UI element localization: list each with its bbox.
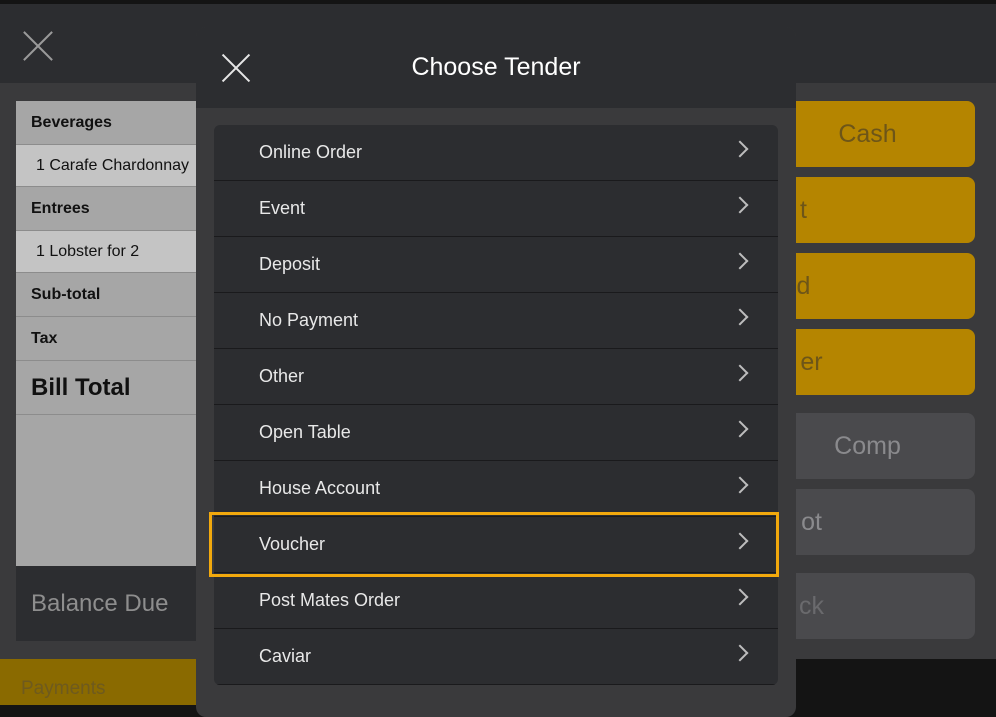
cash-button-label: Cash <box>838 119 897 148</box>
comp-button-label: Comp <box>834 431 901 460</box>
modal-title: Choose Tender <box>411 53 581 81</box>
chevron-right-icon <box>731 140 749 158</box>
tender-option-event[interactable]: Event <box>214 181 778 237</box>
tender-button-label: er <box>800 347 823 376</box>
chevron-right-icon <box>731 644 749 662</box>
tender-button-label: t <box>800 195 807 224</box>
chevron-right-icon <box>731 588 749 606</box>
tender-button-label: d <box>796 271 811 300</box>
bill-tax-label: Tax <box>16 317 216 361</box>
close-icon[interactable] <box>222 54 250 82</box>
tender-option-label: Caviar <box>259 646 312 666</box>
chevron-right-icon <box>731 476 749 494</box>
tender-option-label: Open Table <box>259 422 351 442</box>
bill-subtotal-label: Sub-total <box>16 273 216 317</box>
bill-category-entrees: Entrees <box>16 187 216 231</box>
tender-list: Online Order Event Deposit No Payment Ot… <box>214 125 778 685</box>
voucher-highlight <box>209 512 779 577</box>
balance-due: Balance Due <box>16 566 216 641</box>
bill-total-label: Bill Total <box>16 361 216 415</box>
bill-category-beverages: Beverages <box>16 101 216 145</box>
bill-panel: Beverages 1 Carafe Chardonnay Entrees 1 … <box>16 101 216 641</box>
tender-option-deposit[interactable]: Deposit <box>214 237 778 293</box>
tender-option-label: House Account <box>259 478 381 498</box>
chevron-right-icon <box>731 196 749 214</box>
tender-option-label: Post Mates Order <box>259 590 401 610</box>
tender-option-label: No Payment <box>259 310 359 330</box>
tender-option-house-account[interactable]: House Account <box>214 461 778 517</box>
close-icon[interactable] <box>22 30 54 62</box>
chevron-right-icon <box>731 364 749 382</box>
tender-option-label: Deposit <box>259 254 321 274</box>
tender-option-label: Other <box>259 366 305 386</box>
chevron-right-icon <box>731 308 749 326</box>
tender-option-label: Online Order <box>259 142 363 162</box>
balance-due-label: Balance Due <box>31 589 169 617</box>
tender-option-no-payment[interactable]: No Payment <box>214 293 778 349</box>
bill-item[interactable]: 1 Carafe Chardonnay <box>16 145 216 187</box>
tender-option-other[interactable]: Other <box>214 349 778 405</box>
tender-option-online-order[interactable]: Online Order <box>214 125 778 181</box>
choose-tender-modal: Choose Tender Online Order Event Deposit… <box>196 27 796 717</box>
tender-option-caviar[interactable]: Caviar <box>214 629 778 685</box>
tender-button-label: ot <box>801 507 822 536</box>
payments-label: Payments <box>21 678 106 699</box>
modal-header: Choose Tender <box>196 27 796 108</box>
tender-button-label: ck <box>799 591 824 620</box>
tender-option-open-table[interactable]: Open Table <box>214 405 778 461</box>
tender-option-post-mates-order[interactable]: Post Mates Order <box>214 573 778 629</box>
chevron-right-icon <box>731 252 749 270</box>
chevron-right-icon <box>731 420 749 438</box>
bill-item[interactable]: 1 Lobster for 2 <box>16 231 216 273</box>
tender-option-label: Event <box>259 198 306 218</box>
